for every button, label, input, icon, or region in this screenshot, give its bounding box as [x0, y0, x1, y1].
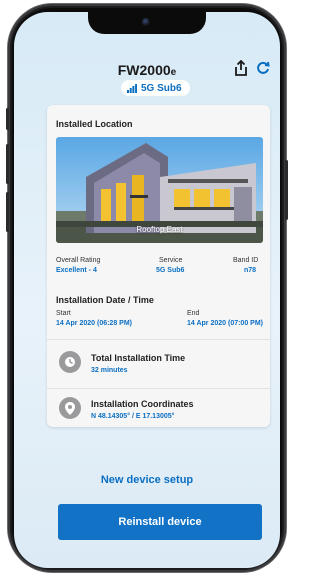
rating-value: Excellent - 4 — [56, 267, 97, 274]
band-badge-label: 5G Sub6 — [141, 82, 182, 94]
camera-icon — [142, 18, 150, 26]
installed-location-title: Installed Location — [56, 119, 133, 129]
new-device-setup-link[interactable]: New device setup — [14, 474, 280, 486]
phone-side-button — [6, 192, 9, 232]
coordinates-title: Installation Coordinates — [91, 399, 194, 409]
share-icon[interactable] — [234, 60, 248, 76]
location-name: Rooftop East — [136, 225, 183, 234]
signal-bars-icon — [127, 83, 137, 93]
phone-side-button — [6, 144, 9, 184]
divider — [47, 339, 270, 340]
total-time-value: 32 minutes — [91, 367, 128, 374]
divider — [47, 388, 270, 389]
refresh-icon[interactable] — [256, 61, 270, 75]
notch — [88, 12, 206, 34]
service-label: Service — [159, 257, 183, 264]
model-suffix: e — [170, 67, 177, 78]
end-value: 14 Apr 2020 (07:00 PM) — [187, 320, 263, 327]
phone-side-button — [6, 108, 9, 130]
phone-side-button — [285, 160, 288, 220]
end-label: End — [187, 310, 200, 317]
location-pin-icon — [59, 397, 81, 419]
reinstall-device-button[interactable]: Reinstall device — [58, 504, 262, 540]
service-value: 5G Sub6 — [156, 267, 185, 274]
band-badge: 5G Sub6 — [121, 80, 190, 96]
phone-screen: FW2000e 5G Sub6 Installed Location Rooft… — [14, 12, 280, 568]
start-label: Start — [56, 310, 71, 317]
start-value: 14 Apr 2020 (06:28 PM) — [56, 320, 132, 327]
band-id-value: n78 — [244, 267, 257, 274]
location-photo: Rooftop East — [56, 137, 263, 243]
total-time-title: Total Installation Time — [91, 353, 186, 363]
band-id-label: Band ID — [233, 257, 259, 264]
installation-card: Installed Location Rooftop East Overall … — [47, 105, 270, 427]
coordinates-value: N 48.14305° / E 17.13005° — [91, 413, 175, 420]
clock-icon — [59, 351, 81, 373]
model-name: FW2000 — [117, 62, 171, 78]
rating-label: Overall Rating — [56, 257, 101, 264]
installation-datetime-title: Installation Date / Time — [56, 295, 154, 305]
